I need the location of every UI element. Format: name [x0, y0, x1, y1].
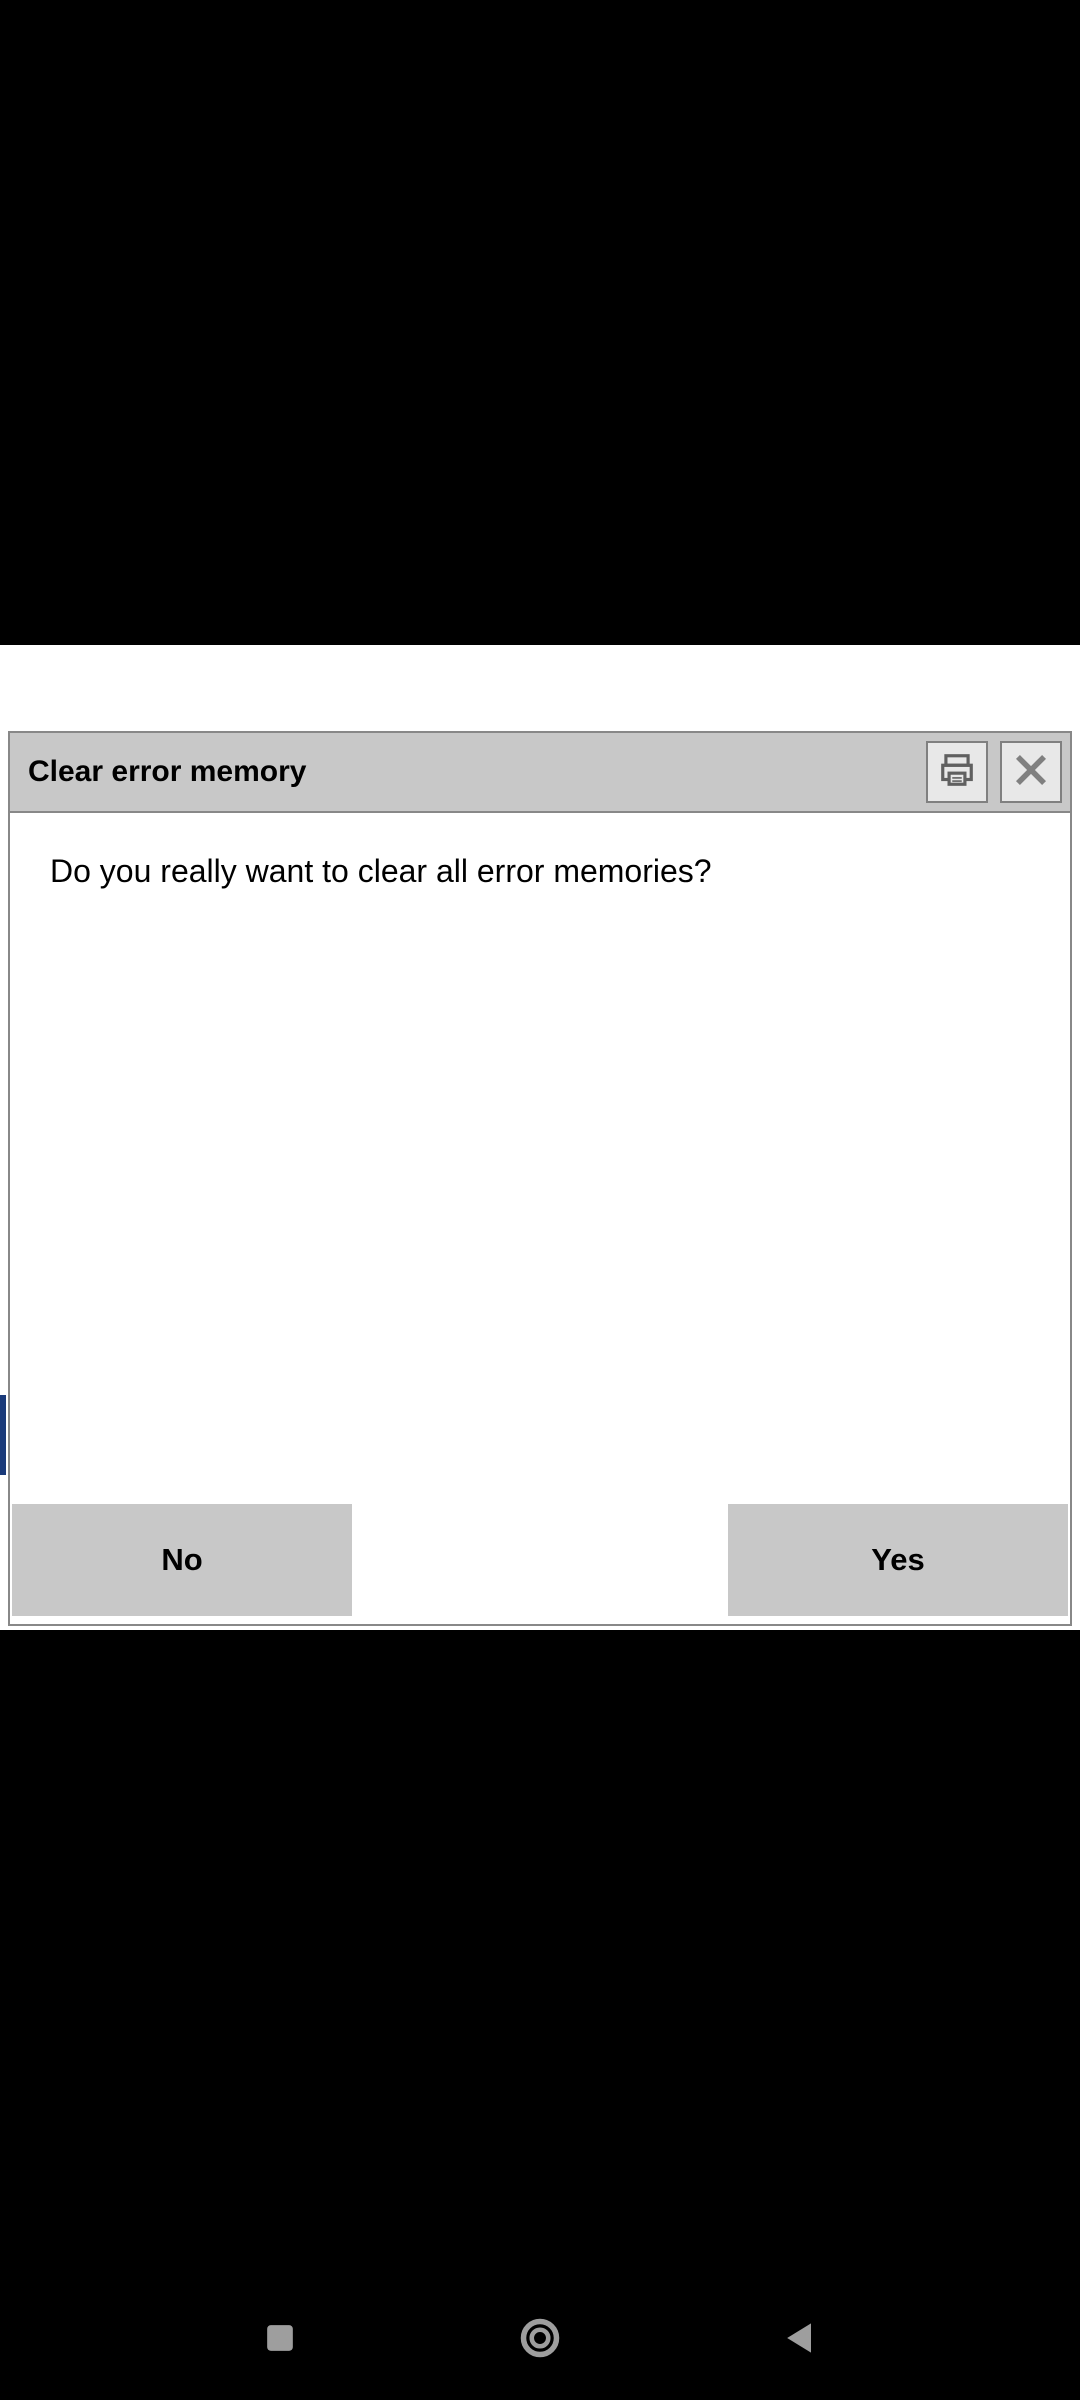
no-button[interactable]: No [12, 1504, 352, 1616]
home-icon [518, 2316, 562, 2365]
dialog-message: Do you really want to clear all error me… [50, 851, 1030, 893]
yes-button[interactable]: Yes [728, 1504, 1068, 1616]
print-button[interactable] [926, 741, 988, 803]
recents-icon [258, 2316, 302, 2365]
recents-button[interactable] [250, 2310, 310, 2370]
confirm-dialog: Clear error memory Do you rea [8, 731, 1072, 1626]
print-icon [938, 751, 976, 794]
back-button[interactable] [770, 2310, 830, 2370]
close-icon [1012, 751, 1050, 794]
dialog-title: Clear error memory [28, 755, 914, 789]
back-icon [778, 2316, 822, 2365]
home-button[interactable] [510, 2310, 570, 2370]
dialog-body: Do you really want to clear all error me… [10, 813, 1070, 1502]
android-navbar [0, 2280, 1080, 2400]
dialog-titlebar: Clear error memory [10, 733, 1070, 813]
accent-strip [0, 1395, 6, 1475]
dialog-footer: No Yes [10, 1502, 1070, 1624]
close-button[interactable] [1000, 741, 1062, 803]
